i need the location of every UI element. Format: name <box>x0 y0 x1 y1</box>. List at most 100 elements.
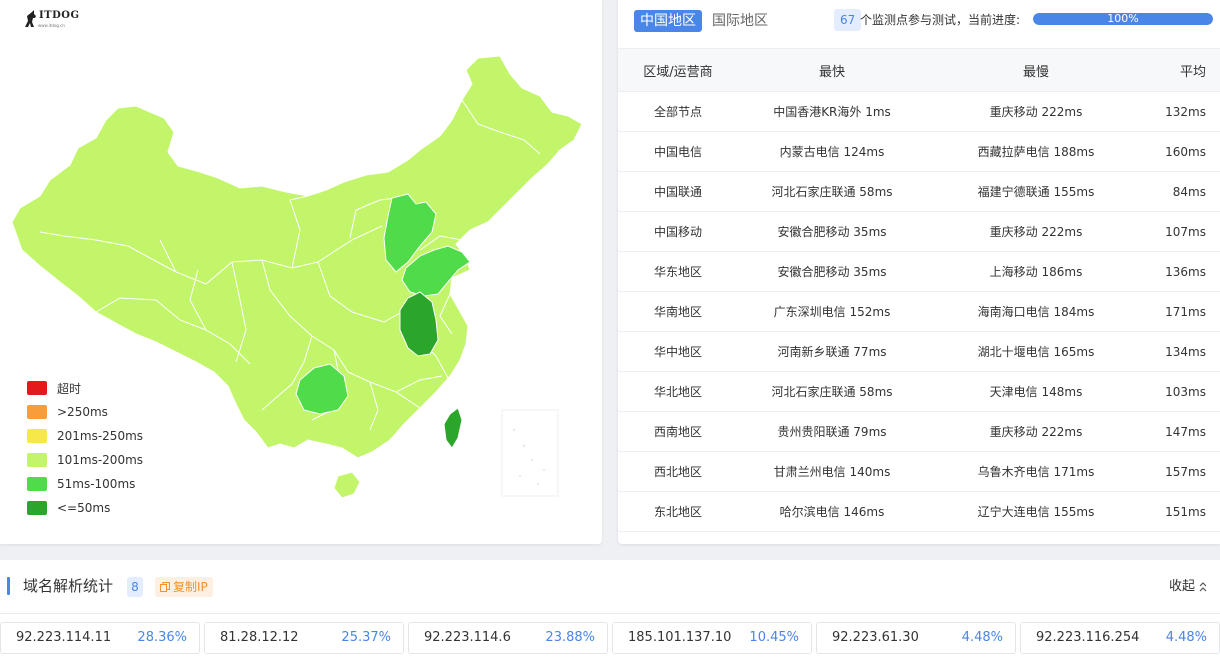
cell-fastest: 广东深圳电信 152ms <box>738 291 926 332</box>
table-header-row: 区域/运营商 最快 最慢 平均 <box>618 49 1220 92</box>
ip-card[interactable]: 92.223.116.254 4.48% <box>1020 622 1220 654</box>
south-china-sea-islands <box>512 428 545 485</box>
cell-average: 160ms <box>1146 131 1220 172</box>
ip-address: 92.223.116.254 <box>1036 630 1140 645</box>
legend-swatch <box>27 381 47 395</box>
latency-table: 区域/运营商 最快 最慢 平均 全部节点 中国香港KR海外 1ms 重庆移动 222… <box>618 49 1220 544</box>
ip-percentage: 23.88% <box>545 630 595 645</box>
ip-card[interactable]: 92.223.114.6 23.88% <box>408 622 608 654</box>
cell-average: 107ms <box>1146 211 1220 252</box>
ip-percentage: 4.48% <box>1165 630 1207 645</box>
table-row: 华南地区 广东深圳电信 152ms 海南海口电信 184ms 171ms <box>618 291 1220 332</box>
cell-region: 中国电信 <box>618 131 738 172</box>
legend-label: >250ms <box>57 405 108 419</box>
legend-swatch <box>27 453 47 467</box>
ip-card[interactable]: 92.223.114.11 28.36% <box>0 622 200 654</box>
cell-slowest: 天津电信 148ms <box>926 371 1146 412</box>
map-hainan[interactable] <box>333 471 361 499</box>
cell-region: 华南地区 <box>618 291 738 332</box>
legend-swatch <box>27 501 47 515</box>
node-count-badge: 67 <box>834 9 862 31</box>
cell-slowest: 乌鲁木齐电信 171ms <box>926 451 1146 492</box>
table-row: 东北地区 哈尔滨电信 146ms 辽宁大连电信 155ms 151ms <box>618 491 1220 532</box>
table-row: 华中地区 河南新乡联通 77ms 湖北十堰电信 165ms 134ms <box>618 331 1220 372</box>
latency-stats-panel: 中国地区 国际地区 67 个监测点参与测试，当前进度: 100% 区域/运营商 … <box>618 0 1220 544</box>
cell-average: 147ms <box>1146 411 1220 452</box>
dns-title: 域名解析统计 <box>23 577 114 595</box>
legend-item[interactable]: 51ms-100ms <box>27 472 143 496</box>
map-taiwan[interactable] <box>443 407 463 449</box>
legend-item[interactable]: >250ms <box>27 400 143 424</box>
copy-ip-button[interactable]: 复制IP <box>155 577 213 597</box>
cell-region: 西南地区 <box>618 411 738 452</box>
table-row: 中国电信 内蒙古电信 124ms 西藏拉萨电信 188ms 160ms <box>618 131 1220 172</box>
cell-region: 东北地区 <box>618 491 738 532</box>
cell-region: 华北地区 <box>618 371 738 412</box>
cell-fastest: 安徽合肥移动 35ms <box>738 251 926 292</box>
cell-slowest: 福建宁德联通 155ms <box>926 171 1146 212</box>
ip-address: 81.28.12.12 <box>220 630 299 645</box>
table-row: 全部节点 中国香港KR海外 1ms 重庆移动 222ms 132ms <box>618 91 1220 132</box>
itdog-logo: ITDOG www.itdog.cn <box>24 10 80 28</box>
cell-slowest: 重庆移动 222ms <box>926 211 1146 252</box>
ip-percentage: 25.37% <box>341 630 391 645</box>
cell-region: 华中地区 <box>618 331 738 372</box>
ip-card[interactable]: 185.101.137.10 10.45% <box>612 622 812 654</box>
dns-resolution-panel: 域名解析统计 8 复制IP 收起 92.223.114.11 28.36% 81.2… <box>0 560 1220 658</box>
progress-label: 100% <box>1107 13 1139 25</box>
map-panel: ITDOG www.itdog.cn 超时 >250ms 201ms-250ms 10… <box>0 0 602 544</box>
cell-slowest: 湖北十堰电信 165ms <box>926 331 1146 372</box>
legend-label: 201ms-250ms <box>57 429 144 443</box>
cell-fastest: 河南新乡联通 77ms <box>738 331 926 372</box>
cell-slowest: 中国香港HKBN海外 81ms <box>926 531 1146 544</box>
section-accent-bar <box>7 577 10 595</box>
ip-address: 185.101.137.10 <box>628 630 732 645</box>
table-row: 华北地区 河北石家庄联通 58ms 天津电信 148ms 103ms <box>618 371 1220 412</box>
collapse-label: 收起 <box>1168 579 1195 594</box>
legend-label: <=50ms <box>57 501 111 515</box>
cell-average: 171ms <box>1146 291 1220 332</box>
cell-fastest: 安徽合肥移动 35ms <box>738 211 926 252</box>
cell-average: 132ms <box>1146 91 1220 132</box>
cell-slowest: 海南海口电信 184ms <box>926 291 1146 332</box>
collapse-button[interactable]: 收起 <box>1169 578 1208 596</box>
progress-bar: 100% <box>1033 13 1213 25</box>
dns-count-badge: 8 <box>127 577 143 597</box>
logo-text: ITDOG <box>39 10 80 21</box>
map-legend: 超时 >250ms 201ms-250ms 101ms-200ms 51ms-100ms… <box>27 376 143 520</box>
copy-ip-label: 复制IP <box>173 580 208 594</box>
table-row: 中国联通 河北石家庄联通 58ms 福建宁德联通 155ms 84ms <box>618 171 1220 212</box>
legend-item[interactable]: 超时 <box>27 376 143 400</box>
cell-region: 西北地区 <box>618 451 738 492</box>
cell-slowest: 西藏拉萨电信 188ms <box>926 131 1146 172</box>
tab-china[interactable]: 中国地区 <box>634 10 702 32</box>
ip-percentage: 28.36% <box>137 630 187 645</box>
table-row: 港澳台中国香港KR海外 1ms中国香港HKBN海外 81ms25ms <box>618 531 1220 544</box>
cell-region: 华东地区 <box>618 251 738 292</box>
legend-swatch <box>27 477 47 491</box>
ip-card[interactable]: 92.223.61.30 4.48% <box>816 622 1016 654</box>
south-china-sea-inset <box>501 409 559 497</box>
cell-slowest: 上海移动 186ms <box>926 251 1146 292</box>
ip-address: 92.223.114.11 <box>16 630 112 645</box>
table-row: 西北地区 甘肃兰州电信 140ms 乌鲁木齐电信 171ms 157ms <box>618 451 1220 492</box>
legend-item[interactable]: <=50ms <box>27 496 143 520</box>
ip-card[interactable]: 81.28.12.12 25.37% <box>204 622 404 654</box>
cell-average: 134ms <box>1146 331 1220 372</box>
legend-label: 101ms-200ms <box>57 453 144 467</box>
cell-fastest: 河北石家庄联通 58ms <box>738 371 926 412</box>
cell-slowest: 辽宁大连电信 155ms <box>926 491 1146 532</box>
legend-item[interactable]: 201ms-250ms <box>27 424 143 448</box>
table-row: 西南地区 贵州贵阳联通 79ms 重庆移动 222ms 147ms <box>618 411 1220 452</box>
legend-item[interactable]: 101ms-200ms <box>27 448 143 472</box>
cell-fastest: 甘肃兰州电信 140ms <box>738 451 926 492</box>
cell-slowest: 重庆移动 222ms <box>926 91 1146 132</box>
logo-url: www.itdog.cn <box>38 23 65 28</box>
legend-label: 51ms-100ms <box>57 477 136 491</box>
tab-international[interactable]: 国际地区 <box>706 10 774 32</box>
legend-label: 超时 <box>57 381 82 396</box>
cell-fastest: 哈尔滨电信 146ms <box>738 491 926 532</box>
cell-fastest: 中国香港KR海外 1ms <box>738 91 926 132</box>
dog-logo-icon <box>25 10 36 27</box>
column-header-slowest: 最慢 <box>926 49 1146 92</box>
